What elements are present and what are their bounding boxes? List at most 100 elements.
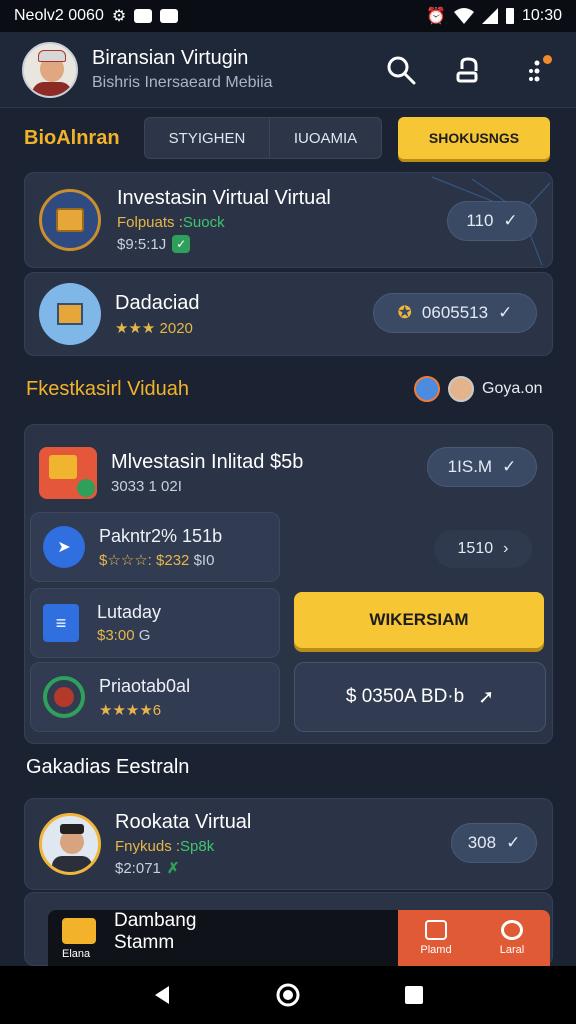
item-sub: $3:00: [97, 627, 135, 644]
amount-pill[interactable]: 1IS.M ✓: [427, 447, 537, 487]
amount-pill[interactable]: ✪ 0605513 ✓: [373, 293, 537, 333]
notification-badge: [543, 54, 552, 64]
item-sub2: G: [138, 627, 151, 644]
shokusngs-button[interactable]: SHOKUSNGS: [398, 117, 550, 159]
back-icon[interactable]: [151, 984, 173, 1006]
chevron-down-icon: ✓: [502, 457, 517, 476]
filter-label: BioAlnran: [24, 126, 120, 149]
right-amount-pill[interactable]: 1510 ›: [434, 530, 532, 568]
item-title: Lutaday: [97, 602, 162, 622]
sheet-left-label: Elana: [62, 948, 91, 960]
chevron-down-icon: ✓: [503, 211, 518, 230]
status-bar: Neolv2 0060 ⚙ ⏰ 10:30: [0, 0, 576, 32]
list-item[interactable]: ➤ Pakntr2% 151b $☆☆☆: $232 $I0: [30, 512, 280, 582]
item-rating: ★★★ 2020: [115, 319, 193, 337]
headset-icon: [456, 56, 478, 82]
pill-value: 1510: [457, 540, 494, 557]
pill-value: 0605513: [421, 303, 489, 322]
item-tag: Folpuats :: [117, 214, 183, 231]
sheet-app-icon: [62, 918, 96, 944]
app-title: Biransian Virtugin: [92, 47, 249, 69]
people-row: Goya.on: [414, 376, 542, 402]
sheet-tabs: Plamd Laral: [398, 910, 550, 966]
app-header: Biransian Virtugin Bishris Inersaeard Me…: [0, 32, 576, 108]
tools-icon: [39, 283, 101, 345]
alarm-icon: ⏰: [426, 8, 446, 25]
chevron-down-icon: ✓: [506, 833, 521, 852]
pill-value: 110: [466, 211, 494, 230]
item-title: Dadaciad: [115, 291, 200, 314]
clock-text: 10:30: [521, 7, 562, 24]
list-item[interactable]: ≡ Lutaday $3:00 G: [30, 588, 280, 658]
support-button[interactable]: [452, 53, 486, 87]
compass-icon: ➤: [43, 526, 85, 568]
item-sub: $☆☆☆: $232: [99, 551, 190, 569]
sheet-subtitle: Stamm: [114, 932, 175, 953]
home-icon[interactable]: [275, 982, 301, 1008]
list-item[interactable]: Priaotab0al ★★★★6: [30, 662, 280, 732]
amount-action-button[interactable]: $ 0350A BD·b ➚: [294, 662, 546, 732]
item-tag-value: Suock: [182, 214, 225, 231]
investment-card-1[interactable]: Investasin Virtual Virtual Folpuats :Suo…: [24, 172, 553, 268]
section-title: Gakadias Eestraln: [26, 756, 190, 778]
people-label: Goya.on: [482, 380, 543, 397]
amount-pill[interactable]: 110 ✓: [447, 201, 537, 241]
document-icon: ≡: [43, 604, 79, 642]
message-status-icon: [134, 9, 153, 23]
tab-iuoamia[interactable]: IUOAMIA: [270, 117, 382, 159]
tab-label: Plamd: [420, 944, 452, 956]
bottom-sheet[interactable]: Elana Dambang Stamm Plamd Laral: [48, 910, 550, 966]
amount-text: $ 0350A BD·b: [345, 686, 465, 707]
item-sub2: $I0: [193, 551, 215, 569]
camera-status-icon: [160, 9, 179, 23]
search-button[interactable]: [384, 53, 418, 87]
search-icon: [387, 56, 416, 84]
investment-card-2[interactable]: Dadaciad ★★★ 2020 ✪ 0605513 ✓: [24, 272, 553, 356]
item-sub: ★★★★6: [99, 701, 162, 719]
pill-value: 308: [467, 833, 497, 852]
person-avatar: [39, 813, 101, 875]
investment-card-3[interactable]: Rookata Virtual Fnykuds :Sp8k $2:071 ✗ 3…: [24, 798, 553, 890]
item-price: $9:5:1J: [117, 235, 167, 253]
shopping-box-icon: [39, 447, 97, 499]
wikersiam-button[interactable]: WIKERSIAM: [294, 592, 544, 648]
treasure-chest-icon: [39, 189, 101, 251]
check-icon: ✗: [166, 860, 180, 877]
item-title: Pakntr2% 151b: [99, 525, 223, 546]
check-icon: ✓: [172, 235, 191, 253]
system-nav-bar: [0, 966, 576, 1024]
gear-icon: [501, 920, 523, 940]
item-tag: Fnykuds :: [115, 838, 181, 855]
sheet-title: Dambang: [114, 910, 197, 931]
item-title: Mlvestasin Inlitad $5b: [111, 451, 304, 473]
sheet-tab-plamd[interactable]: Plamd: [398, 910, 474, 966]
item-title: Priaotab0al: [99, 675, 191, 696]
menu-button[interactable]: [520, 53, 554, 87]
chevron-down-icon: ✓: [498, 303, 513, 322]
avatar[interactable]: [22, 41, 78, 98]
signal-icon: [481, 8, 498, 24]
sheet-tab-laral[interactable]: Laral: [474, 910, 550, 966]
filter-row: BioAlnran STYIGHEN IUOAMIA SHOKUSNGS: [0, 116, 576, 160]
settings-status-icon: ⚙: [111, 8, 127, 25]
bag-icon: [425, 920, 447, 940]
section-title: Fkestkasirl Viduah: [26, 378, 190, 400]
item-title: Rookata Virtual: [115, 811, 252, 833]
recents-icon[interactable]: [403, 984, 425, 1006]
battery-icon: [505, 8, 514, 24]
item-price: $2:071: [115, 859, 161, 877]
avatar-small-icon: [414, 376, 440, 402]
carrier-text: Neolv2 0060: [14, 7, 104, 24]
app-subtitle: Bishris Inersaeard Mebiia: [92, 74, 273, 91]
amount-pill[interactable]: 308 ✓: [451, 823, 537, 863]
arrow-icon: ➚: [478, 686, 495, 708]
item-sub: 3033 1 02I: [111, 478, 182, 495]
item-title: Investasin Virtual Virtual: [117, 187, 331, 209]
segmented-control: STYIGHEN IUOAMIA: [144, 117, 382, 159]
avatar-small-icon: [448, 376, 474, 402]
chevron-right-icon: ›: [503, 540, 509, 557]
tab-strigthen[interactable]: STYIGHEN: [144, 117, 270, 159]
coin-icon: ✪: [397, 303, 412, 322]
target-icon: [43, 676, 85, 718]
pill-value: 1IS.M: [447, 457, 493, 476]
